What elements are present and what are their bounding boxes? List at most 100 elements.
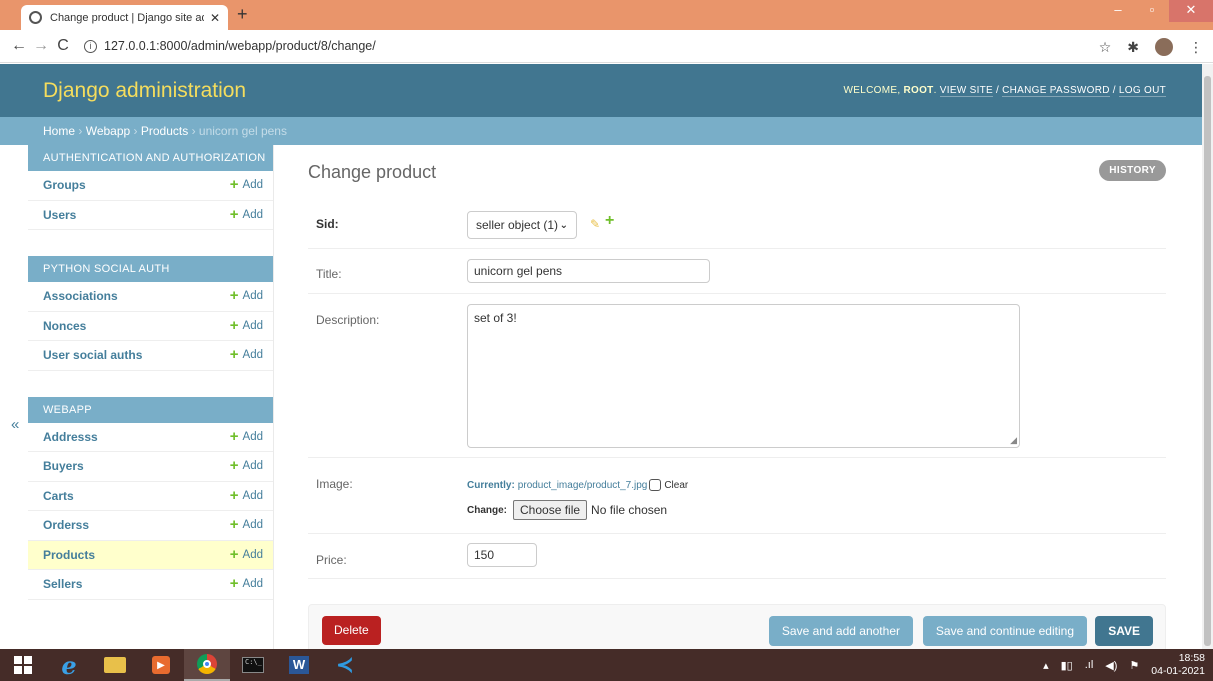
taskbar-file-explorer[interactable]: [92, 649, 138, 681]
taskbar-media-player[interactable]: ▶: [138, 649, 184, 681]
start-button[interactable]: [0, 649, 46, 681]
add-plus-icon: +: [229, 427, 239, 445]
module-caption-webapp[interactable]: Webapp: [28, 396, 273, 423]
add-label: Add: [242, 578, 263, 591]
collapse-sidebar-icon[interactable]: «: [11, 416, 19, 433]
page-scrollbar[interactable]: [1202, 64, 1213, 649]
sidebar-item-label[interactable]: User social auths: [43, 348, 142, 362]
sidebar-item-label[interactable]: Sellers: [43, 577, 82, 591]
sidebar-item-label[interactable]: Users: [43, 208, 76, 222]
tab-close-icon[interactable]: ✕: [210, 11, 220, 25]
form-row-title: Title: unicorn gel pens: [308, 249, 1166, 294]
site-brand[interactable]: Django administration: [43, 79, 246, 103]
sidebar-item-label[interactable]: Carts: [43, 489, 74, 503]
globe-icon: [29, 11, 42, 24]
signal-icon[interactable]: .ıl: [1085, 659, 1094, 671]
forward-arrow-icon[interactable]: →: [30, 37, 52, 55]
taskbar-chrome[interactable]: [184, 649, 230, 681]
add-plus-icon: +: [229, 516, 239, 534]
delete-button[interactable]: Delete: [322, 616, 381, 645]
description-label: Description:: [316, 313, 380, 327]
add-link[interactable]: + Add: [229, 427, 263, 445]
save-button[interactable]: SAVE: [1095, 616, 1153, 646]
sidebar-item-label[interactable]: Buyers: [43, 459, 84, 473]
reload-icon[interactable]: C: [52, 37, 74, 55]
view-site-link[interactable]: View site: [939, 85, 994, 97]
clear-checkbox[interactable]: [649, 479, 662, 491]
add-link[interactable]: + Add: [230, 318, 263, 333]
add-link[interactable]: + Add: [229, 516, 263, 534]
info-icon[interactable]: i: [84, 39, 97, 53]
resize-handle-icon[interactable]: ◢: [1010, 435, 1017, 446]
taskbar-vscode[interactable]: ≺: [322, 649, 368, 681]
taskbar-command-prompt[interactable]: C:\_: [230, 649, 276, 681]
price-input[interactable]: 150: [467, 543, 537, 567]
sidebar-item-label[interactable]: Products: [43, 548, 95, 562]
chevron-up-icon[interactable]: ▴: [1043, 659, 1049, 672]
add-link[interactable]: + Add: [230, 177, 263, 192]
breadcrumb-products[interactable]: Products: [141, 124, 188, 138]
breadcrumb-home[interactable]: Home: [43, 124, 75, 138]
internet-explorer-icon: e: [61, 650, 77, 680]
network-icon[interactable]: ▮▯: [1061, 659, 1073, 672]
taskbar-internet-explorer[interactable]: e: [46, 649, 92, 681]
close-window-button[interactable]: ✕: [1169, 0, 1213, 22]
taskbar-word[interactable]: W: [276, 649, 322, 681]
url-field[interactable]: i 127.0.0.1:8000/admin/webapp/product/8/…: [84, 39, 376, 53]
add-link[interactable]: + Add: [230, 347, 263, 362]
title-input[interactable]: unicorn gel pens: [467, 259, 710, 283]
add-label: Add: [242, 460, 263, 473]
form-row-image: Image: Currently: product_image/product_…: [308, 458, 1166, 534]
add-link[interactable]: + Add: [230, 288, 263, 303]
history-button[interactable]: History: [1099, 160, 1166, 181]
clear-label: Clear: [664, 479, 689, 491]
new-tab-button[interactable]: +: [237, 4, 248, 25]
profile-avatar[interactable]: [1155, 38, 1173, 56]
sidebar-item-label[interactable]: Groups: [43, 178, 86, 192]
description-textarea[interactable]: set of 3! ◢: [467, 304, 1020, 448]
address-bar: ← → C i 127.0.0.1:8000/admin/webapp/prod…: [0, 30, 1213, 63]
clock[interactable]: 18:58 04-01-2021: [1151, 652, 1205, 678]
sidebar-item-label[interactable]: Addresss: [43, 430, 98, 444]
breadcrumb-webapp[interactable]: Webapp: [86, 124, 130, 138]
browser-tab[interactable]: Change product | Django site ad ✕: [21, 5, 228, 30]
choose-file-button[interactable]: Choose file: [513, 500, 588, 520]
form-row-price: Price: 150: [308, 534, 1166, 579]
add-link[interactable]: + Add: [230, 207, 263, 222]
current-file-link[interactable]: product_image/product_7.jpg: [518, 480, 648, 491]
add-label: Add: [242, 548, 263, 561]
image-label: Image:: [316, 477, 353, 491]
clock-time: 18:58: [1178, 652, 1205, 664]
page-title: Change product: [308, 162, 437, 182]
back-arrow-icon[interactable]: ←: [8, 37, 30, 55]
sidebar-item-label[interactable]: Nonces: [43, 319, 86, 333]
change-password-link[interactable]: Change password: [1002, 85, 1110, 97]
save-continue-button[interactable]: Save and continue editing: [922, 616, 1087, 646]
language-icon[interactable]: ⚑: [1129, 659, 1139, 672]
add-link[interactable]: + Add: [230, 488, 263, 503]
log-out-link[interactable]: Log out: [1118, 85, 1166, 97]
sidebar-item-label[interactable]: Associations: [43, 289, 118, 303]
add-label: Add: [242, 489, 263, 502]
add-link[interactable]: + Add: [230, 576, 263, 591]
sidebar-item-label[interactable]: Orderss: [43, 518, 89, 532]
restore-button[interactable]: ▫: [1135, 0, 1169, 22]
minimize-button[interactable]: –: [1101, 0, 1135, 22]
module-caption-auth[interactable]: Authentication and Authorization: [28, 145, 273, 171]
sidebar-item-nonces: Nonces + Add: [28, 312, 273, 341]
add-link[interactable]: + Add: [230, 458, 263, 473]
save-add-another-button[interactable]: Save and add another: [768, 616, 913, 646]
volume-icon[interactable]: ◀): [1105, 659, 1117, 672]
sid-select[interactable]: seller object (1) ⌄: [467, 211, 577, 239]
bookmark-star-icon[interactable]: ☆: [1099, 39, 1112, 56]
menu-dots-icon[interactable]: ⋮: [1189, 39, 1203, 56]
sidebar: Authentication and Authorization Groups …: [28, 145, 274, 649]
add-related-icon[interactable]: +: [605, 212, 614, 230]
scrollbar-thumb[interactable]: [1204, 76, 1211, 646]
extensions-icon[interactable]: ✱: [1127, 39, 1139, 56]
url-text: 127.0.0.1:8000/admin/webapp/product/8/ch…: [104, 39, 376, 53]
module-caption-social-auth[interactable]: Python Social Auth: [28, 256, 273, 282]
add-link[interactable]: + Add: [230, 547, 263, 562]
edit-pencil-icon[interactable]: ✎: [590, 217, 600, 231]
add-label: Add: [242, 430, 263, 443]
